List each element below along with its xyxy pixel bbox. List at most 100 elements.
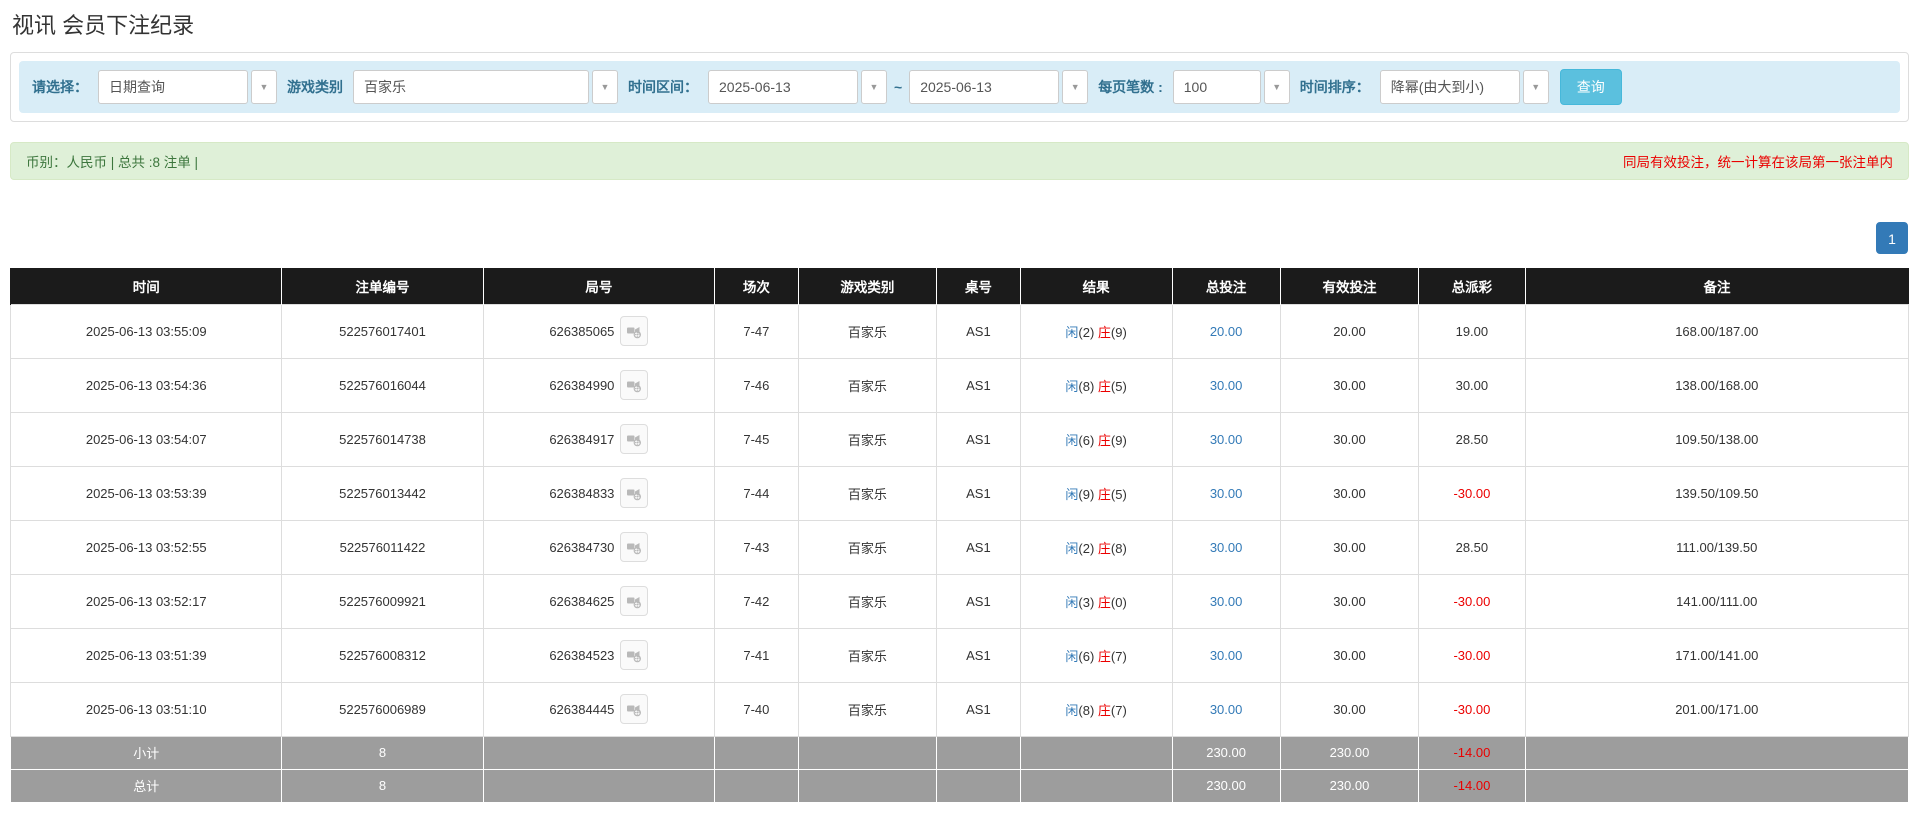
cell-valid-bet: 20.00 (1280, 304, 1419, 358)
video-replay-button[interactable] (620, 586, 648, 616)
result-player-label: 闲 (1065, 487, 1078, 502)
chevron-down-icon[interactable]: ▼ (1062, 70, 1088, 104)
cell-round-id: 626384833 (483, 466, 715, 520)
total-bet-link[interactable]: 30.00 (1210, 432, 1243, 447)
cell-time: 2025-06-13 03:54:36 (11, 358, 282, 412)
cell-valid-bet: 30.00 (1280, 358, 1419, 412)
video-replay-button[interactable] (620, 694, 648, 724)
header-time: 时间 (11, 268, 282, 304)
result-player-score: (6) (1078, 649, 1094, 664)
subtotal-payout: -14.00 (1419, 736, 1525, 769)
result-player-score: (9) (1078, 487, 1094, 502)
cell-session: 7-41 (715, 628, 799, 682)
cell-total-bet: 30.00 (1172, 628, 1280, 682)
cell-session: 7-47 (715, 304, 799, 358)
cell-bet-id: 522576006989 (282, 682, 483, 736)
cell-remark: 201.00/171.00 (1525, 682, 1908, 736)
chevron-down-icon[interactable]: ▼ (1523, 70, 1549, 104)
currency-total-text: 币别：人民币 | 总共 :8 注单 | (26, 151, 198, 171)
subtotal-count: 8 (282, 736, 483, 769)
sort-order-select[interactable]: 降幂(由大到小) ▼ (1380, 70, 1549, 104)
date-from-value[interactable]: 2025-06-13 (708, 70, 858, 104)
cell-total-bet: 30.00 (1172, 520, 1280, 574)
total-bet-link[interactable]: 30.00 (1210, 594, 1243, 609)
total-bet-link[interactable]: 30.00 (1210, 648, 1243, 663)
total-total-bet: 230.00 (1172, 769, 1280, 802)
video-replay-button[interactable] (620, 478, 648, 508)
cell-game-category: 百家乐 (798, 682, 937, 736)
result-banker-score: (9) (1111, 433, 1127, 448)
table-row: 2025-06-13 03:54:36 522576016044 6263849… (11, 358, 1909, 412)
game-category-select[interactable]: 百家乐 ▼ (353, 70, 618, 104)
cell-table-no: AS1 (937, 520, 1021, 574)
chevron-down-icon[interactable]: ▼ (251, 70, 277, 104)
page-1-button[interactable]: 1 (1876, 222, 1908, 254)
table-row: 2025-06-13 03:55:09 522576017401 6263850… (11, 304, 1909, 358)
video-replay-button[interactable] (620, 424, 648, 454)
chevron-down-icon[interactable]: ▼ (592, 70, 618, 104)
total-bet-link[interactable]: 20.00 (1210, 324, 1243, 339)
game-category-value[interactable]: 百家乐 (353, 70, 589, 104)
table-row: 2025-06-13 03:53:39 522576013442 6263848… (11, 466, 1909, 520)
cell-time: 2025-06-13 03:54:07 (11, 412, 282, 466)
total-payout: -14.00 (1419, 769, 1525, 802)
total-bet-link[interactable]: 30.00 (1210, 486, 1243, 501)
video-replay-button[interactable] (620, 532, 648, 562)
chevron-down-icon[interactable]: ▼ (861, 70, 887, 104)
cell-table-no: AS1 (937, 412, 1021, 466)
result-player-label: 闲 (1065, 703, 1078, 718)
subtotal-label: 小计 (11, 736, 282, 769)
filter-panel: 请选择： 日期查询 ▼ 游戏类别 百家乐 ▼ 时间区间： 2025-06-13 … (10, 52, 1909, 122)
page-size-select[interactable]: 100 ▼ (1173, 70, 1290, 104)
video-camera-icon (626, 701, 642, 717)
result-player-label: 闲 (1065, 433, 1078, 448)
page-size-label: 每页笔数 : (1095, 77, 1166, 97)
result-banker-score: (8) (1111, 541, 1127, 556)
total-bet-link[interactable]: 30.00 (1210, 702, 1243, 717)
cell-remark: 109.50/138.00 (1525, 412, 1908, 466)
cell-session: 7-43 (715, 520, 799, 574)
result-banker-label: 庄 (1098, 325, 1111, 340)
cell-valid-bet: 30.00 (1280, 412, 1419, 466)
cell-result: 闲(8) 庄(7) (1020, 682, 1172, 736)
header-game-category: 游戏类别 (798, 268, 937, 304)
cell-session: 7-46 (715, 358, 799, 412)
cell-result: 闲(3) 庄(0) (1020, 574, 1172, 628)
cell-table-no: AS1 (937, 466, 1021, 520)
query-type-select[interactable]: 日期查询 ▼ (98, 70, 277, 104)
total-bet-link[interactable]: 30.00 (1210, 378, 1243, 393)
cell-round-id: 626384990 (483, 358, 715, 412)
cell-payout: 28.50 (1419, 412, 1525, 466)
result-banker-label: 庄 (1098, 703, 1111, 718)
date-from-select[interactable]: 2025-06-13 ▼ (708, 70, 887, 104)
video-camera-icon (626, 377, 642, 393)
cell-payout: -30.00 (1419, 628, 1525, 682)
cell-round-id: 626384730 (483, 520, 715, 574)
result-player-label: 闲 (1065, 595, 1078, 610)
chevron-down-icon[interactable]: ▼ (1264, 70, 1290, 104)
page-size-value[interactable]: 100 (1173, 70, 1261, 104)
cell-game-category: 百家乐 (798, 304, 937, 358)
search-button[interactable]: 查询 (1560, 69, 1622, 105)
date-to-select[interactable]: 2025-06-13 ▼ (909, 70, 1088, 104)
cell-result: 闲(6) 庄(7) (1020, 628, 1172, 682)
sort-order-value[interactable]: 降幂(由大到小) (1380, 70, 1520, 104)
round-id-value: 626385065 (549, 324, 614, 339)
cell-session: 7-45 (715, 412, 799, 466)
bet-records-table: 时间 注单编号 局号 场次 游戏类别 桌号 结果 总投注 有效投注 总派彩 备注… (10, 268, 1909, 803)
video-replay-button[interactable] (620, 316, 648, 346)
total-bet-link[interactable]: 30.00 (1210, 540, 1243, 555)
query-type-value[interactable]: 日期查询 (98, 70, 248, 104)
result-player-score: (8) (1078, 703, 1094, 718)
video-replay-button[interactable] (620, 370, 648, 400)
tilde-separator: ~ (894, 79, 902, 95)
cell-valid-bet: 30.00 (1280, 520, 1419, 574)
time-range-label: 时间区间： (625, 77, 701, 97)
header-bet-id: 注单编号 (282, 268, 483, 304)
table-row: 2025-06-13 03:54:07 522576014738 6263849… (11, 412, 1909, 466)
cell-valid-bet: 30.00 (1280, 682, 1419, 736)
cell-table-no: AS1 (937, 682, 1021, 736)
date-to-value[interactable]: 2025-06-13 (909, 70, 1059, 104)
video-replay-button[interactable] (620, 640, 648, 670)
video-camera-icon (626, 593, 642, 609)
